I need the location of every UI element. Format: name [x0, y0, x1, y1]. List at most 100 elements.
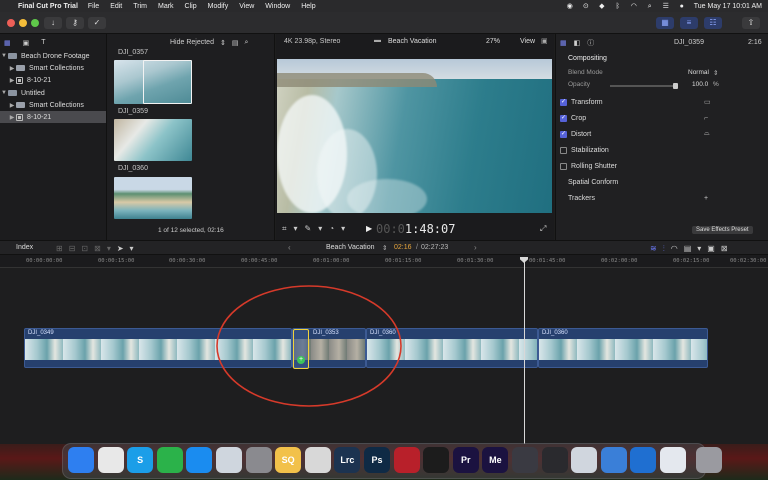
checkbox-checked[interactable]: ✓	[560, 98, 567, 106]
crop-overlay-icon[interactable]: ⌐	[704, 115, 708, 122]
menu-file[interactable]: File	[88, 3, 99, 10]
menu-clip[interactable]: Clip	[185, 3, 197, 10]
speed-tool-icon[interactable]: ◔	[329, 224, 334, 234]
menu-app-name[interactable]: Final Cut Pro Trial	[18, 3, 78, 10]
photos-icon[interactable]: ▣	[23, 39, 30, 47]
chevron-down-icon[interactable]: ▾	[318, 224, 322, 234]
control-center-icon[interactable]: ☰	[662, 3, 670, 10]
timeline-forward-icon[interactable]: ›	[474, 243, 477, 252]
screenshot-icon[interactable]	[600, 447, 627, 473]
viewer-zoom-dropdown[interactable]: 27%	[486, 38, 500, 45]
checkbox-checked[interactable]: ✓	[560, 114, 567, 122]
fullscreen-icon[interactable]: ⤢	[540, 224, 546, 234]
audio-waveform-icon[interactable]: ≋	[650, 244, 657, 254]
dropbox-icon[interactable]: ◆	[598, 3, 606, 10]
opacity-slider-knob[interactable]	[673, 83, 678, 89]
clip-thumbnail[interactable]	[114, 60, 192, 104]
index-button[interactable]: Index	[16, 244, 33, 251]
viewer-options-icon[interactable]: ▣	[541, 37, 548, 45]
background-tasks-button[interactable]: ✓	[88, 17, 106, 29]
titles-icon[interactable]: T	[41, 39, 45, 46]
effects-browser-icon[interactable]: ▣	[707, 244, 715, 254]
menu-edit[interactable]: Edit	[110, 3, 122, 10]
skimming-icon[interactable]: ⫶	[663, 244, 665, 254]
clip-appearance-icon[interactable]: ▤	[684, 244, 692, 254]
menu-help[interactable]: Help	[301, 3, 315, 10]
timeline-project-name[interactable]: Beach Vacation	[326, 244, 375, 251]
select-tool-icon[interactable]: ➤	[117, 244, 124, 253]
chevron-updown-icon[interactable]: ⇕	[382, 244, 387, 252]
disclosure-triangle-icon[interactable]: ▼	[0, 53, 8, 59]
info-inspector-icon[interactable]: ⓘ	[587, 38, 594, 48]
chevron-down-icon[interactable]: ▾	[341, 224, 345, 234]
preview-icon[interactable]	[216, 447, 242, 473]
add-tracker-icon[interactable]: +	[704, 195, 708, 202]
headphones-icon[interactable]: ◠	[671, 244, 678, 254]
lightroom-icon[interactable]: Lrc	[334, 447, 361, 473]
menubar-datetime[interactable]: Tue May 17 10:01 AM	[694, 3, 762, 10]
quicktime-icon[interactable]	[512, 447, 538, 473]
section-compositing[interactable]: Compositing	[568, 55, 607, 62]
checkbox-unchecked[interactable]	[560, 146, 567, 154]
timeline-back-icon[interactable]: ‹	[288, 243, 291, 252]
app-store-icon[interactable]	[186, 447, 213, 473]
enhance-tool-icon[interactable]: ✎	[305, 224, 312, 234]
browser-toggle-button[interactable]: ▦	[656, 17, 674, 29]
import-button[interactable]: ↓	[44, 17, 62, 29]
disclosure-triangle-icon[interactable]: ▶	[8, 77, 16, 84]
clip-appearance-icon[interactable]: ▤	[232, 39, 239, 47]
skype-icon[interactable]: S	[127, 447, 154, 473]
timeline-ruler[interactable]: 00:00:00:00 00:00:15:00 00:00:30:00 00:0…	[0, 255, 768, 268]
sidebar-item-smart-collections[interactable]: ▶ Smart Collections	[0, 99, 106, 111]
timeline-clip[interactable]: DJI_0360	[538, 328, 708, 368]
disclosure-triangle-icon[interactable]: ▶	[8, 102, 16, 109]
close-window-button[interactable]	[7, 19, 15, 27]
disclosure-triangle-icon[interactable]: ▼	[0, 90, 8, 96]
inspector-row-stabilization[interactable]: Stabilization	[556, 142, 768, 158]
blend-mode-dropdown[interactable]: Normal	[688, 69, 709, 76]
prime-video-icon[interactable]	[630, 447, 657, 473]
photo-booth-icon[interactable]	[393, 447, 420, 473]
video-inspector-icon[interactable]: ▦	[560, 39, 567, 47]
finder-icon[interactable]	[68, 447, 94, 473]
menu-modify[interactable]: Modify	[208, 3, 229, 10]
final-cut-icon[interactable]	[541, 447, 568, 473]
minimize-window-button[interactable]	[19, 19, 27, 27]
status-app-icon-2[interactable]: ⊙	[582, 3, 590, 10]
disclosure-triangle-icon[interactable]: ▶	[8, 65, 16, 72]
chevron-updown-icon[interactable]: ⇕	[220, 39, 226, 47]
distort-overlay-icon[interactable]: ⌓	[704, 130, 710, 138]
transform-tool-icon[interactable]: ⌗	[282, 224, 287, 234]
chevron-down-icon[interactable]: ▾	[107, 244, 111, 253]
search-icon[interactable]: ⌕	[244, 39, 248, 47]
wifi-icon[interactable]: ◠	[630, 3, 638, 10]
libraries-icon[interactable]: ▦	[4, 39, 11, 47]
transform-overlay-icon[interactable]: ▭	[704, 98, 711, 106]
filter-dropdown[interactable]: Hide Rejected	[170, 39, 214, 46]
save-effects-preset-button[interactable]: Save Effects Preset	[692, 226, 753, 234]
premiere-icon[interactable]: Pr	[452, 447, 479, 473]
inspector-row-trackers[interactable]: Trackers +	[556, 190, 768, 206]
library-item-untitled[interactable]: ▼ Untitled	[0, 87, 106, 99]
chevron-down-icon[interactable]: ▾	[697, 244, 701, 254]
photoshop-icon[interactable]: Ps	[364, 447, 390, 473]
chevron-down-icon[interactable]: ▾	[294, 224, 298, 234]
connect-clip-icon[interactable]: ⊞	[56, 244, 63, 253]
menu-mark[interactable]: Mark	[158, 3, 174, 10]
library-item-beach-drone-footage[interactable]: ▼ Beach Drone Footage	[0, 50, 106, 62]
overwrite-clip-icon[interactable]: ⊠	[94, 244, 101, 253]
clip-thumbnail[interactable]	[114, 119, 192, 161]
trash-icon[interactable]	[695, 447, 722, 473]
chevron-down-icon[interactable]: ▾	[130, 244, 134, 253]
menu-trim[interactable]: Trim	[133, 3, 147, 10]
menu-window[interactable]: Window	[265, 3, 290, 10]
bluetooth-icon[interactable]: ᛒ	[614, 3, 622, 10]
media-encoder-icon[interactable]: Me	[482, 447, 509, 473]
facetime-icon[interactable]	[156, 447, 183, 473]
chevron-updown-icon[interactable]: ⇕	[713, 69, 718, 77]
checkbox-checked[interactable]: ✓	[560, 130, 567, 138]
viewer-view-dropdown[interactable]: View	[520, 38, 535, 45]
inspector-row-transform[interactable]: ✓ Transform ▭	[556, 94, 768, 110]
siri-icon[interactable]: ●	[678, 3, 686, 10]
share-button[interactable]: ⇧	[742, 17, 760, 29]
